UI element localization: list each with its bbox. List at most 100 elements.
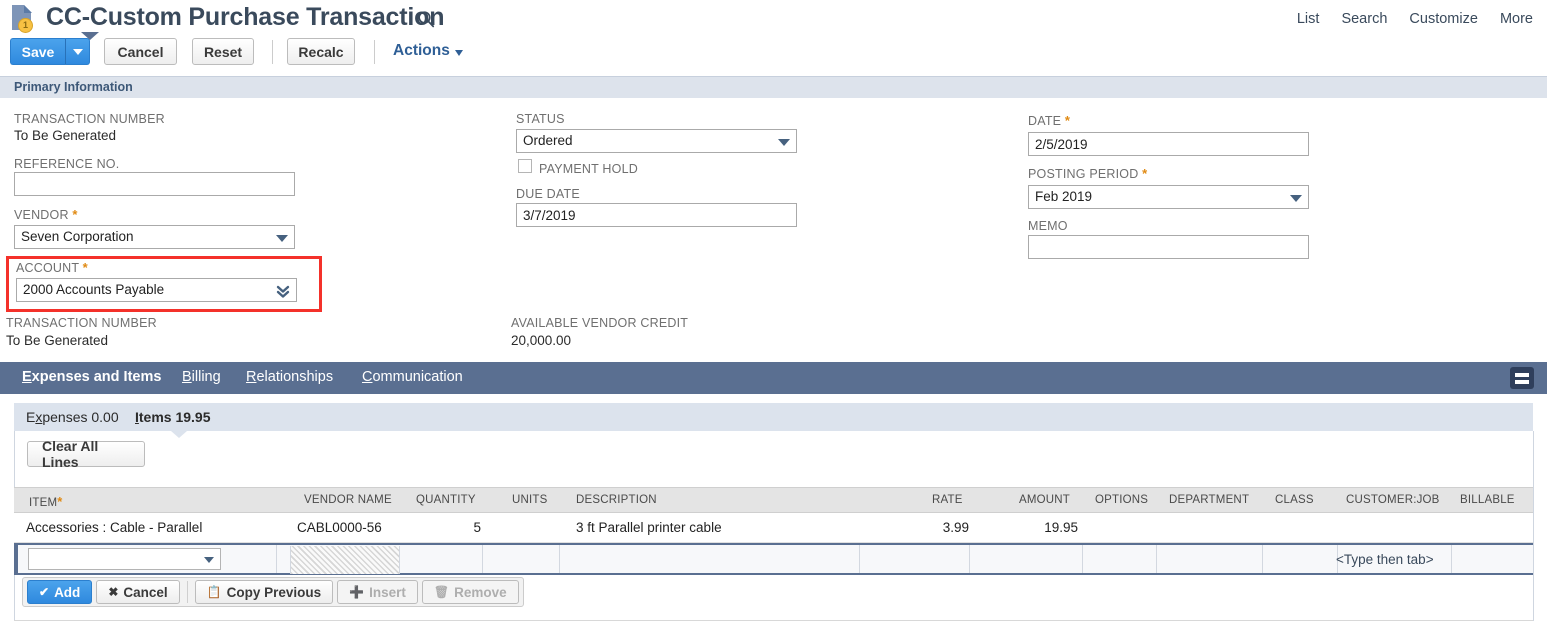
nav-link-customize[interactable]: Customize <box>1409 11 1478 27</box>
column-header-quantity: QUANTITY <box>416 494 476 506</box>
clear-all-lines-button[interactable]: Clear All Lines <box>27 438 145 470</box>
caret-down-icon <box>454 49 463 56</box>
transaction-number-2-label: TRANSACTION NUMBER <box>6 316 157 330</box>
account-select[interactable]: 2000 Accounts Payable <box>16 278 297 302</box>
primary-information-band: Primary Information <box>0 76 1547 98</box>
actions-menu-button[interactable]: Actions <box>393 42 463 60</box>
required-marker: * <box>1142 166 1148 181</box>
panel-right-border <box>1533 431 1534 621</box>
actions-menu-label: Actions <box>393 42 450 59</box>
posting-period-label: POSTING PERIOD * <box>1028 166 1148 181</box>
cell-divider <box>859 545 860 573</box>
date-input[interactable] <box>1028 132 1309 156</box>
vendor-select[interactable]: Seven Corporation <box>14 225 295 249</box>
add-line-button[interactable]: ✔ Add <box>27 580 93 604</box>
cell-quantity: 5 <box>473 520 481 535</box>
tab-communication[interactable]: Communication <box>362 369 463 385</box>
page-header: 1 CC-Custom Purchase Transaction List Se… <box>0 0 1547 76</box>
add-line-label: Add <box>54 584 81 600</box>
account-value: 2000 Accounts Payable <box>23 282 165 297</box>
remove-line-button[interactable]: 🗑 Remove <box>421 580 519 604</box>
required-marker: * <box>1064 113 1071 128</box>
line-items-table-header: ITEM* VENDOR NAME QUANTITY UNITS DESCRIP… <box>14 487 1533 513</box>
netsuite-transaction-page: 1 CC-Custom Purchase Transaction List Se… <box>0 0 1547 628</box>
available-vendor-credit-label: AVAILABLE VENDOR CREDIT <box>511 316 689 330</box>
document-badge: 1 <box>18 18 33 33</box>
grid-layout-icon[interactable] <box>1510 367 1534 389</box>
save-dropdown-button[interactable] <box>66 38 90 65</box>
save-button[interactable]: Save <box>10 38 66 65</box>
column-header-options: OPTIONS <box>1095 494 1149 506</box>
toolbar-divider <box>272 40 273 64</box>
column-header-customer-job: CUSTOMER:JOB <box>1346 494 1440 506</box>
search-icon[interactable] <box>417 10 435 28</box>
vendor-value: Seven Corporation <box>21 229 134 244</box>
column-header-department: DEPARTMENT <box>1169 494 1250 506</box>
cell-item: Accessories : Cable - Parallel <box>26 520 203 535</box>
nav-link-list[interactable]: List <box>1297 11 1320 27</box>
copy-previous-button[interactable]: 📋 Copy Previous <box>194 580 334 604</box>
subtab-expenses[interactable]: Expenses 0.00 <box>26 409 119 425</box>
memo-input[interactable] <box>1028 235 1309 259</box>
nav-link-search[interactable]: Search <box>1341 11 1387 27</box>
edit-item-select[interactable] <box>28 548 221 570</box>
cell-divider <box>1082 545 1083 573</box>
tab-billing[interactable]: Billing <box>182 369 221 385</box>
insert-line-button[interactable]: ➕ Insert <box>337 580 418 604</box>
payment-hold-checkbox[interactable] <box>518 159 532 173</box>
caret-down-icon <box>778 139 790 146</box>
plus-icon: ➕ <box>349 585 365 599</box>
date-label: DATE * <box>1028 113 1071 128</box>
column-header-item: ITEM* <box>29 494 63 509</box>
double-chevron-down-icon <box>275 283 291 299</box>
column-header-vendor-name: VENDOR NAME <box>304 494 392 506</box>
copy-previous-label: Copy Previous <box>226 584 322 600</box>
trash-icon: 🗑 <box>433 585 450 599</box>
required-marker: * <box>82 260 88 275</box>
active-subtab-pointer <box>171 431 187 438</box>
cross-icon: ✖ <box>108 585 119 599</box>
check-icon: ✔ <box>39 585 50 599</box>
recalc-button[interactable]: Recalc <box>287 38 355 65</box>
reference-no-input[interactable] <box>14 172 295 196</box>
cancel-button[interactable]: Cancel <box>104 38 177 65</box>
subtab-items[interactable]: Items 19.95 <box>135 409 211 425</box>
cell-divider <box>276 545 277 573</box>
remove-line-label: Remove <box>454 584 507 600</box>
posting-period-value: Feb 2019 <box>1035 189 1093 204</box>
transaction-number-value: To Be Generated <box>14 128 117 143</box>
edit-row-accent <box>14 545 18 573</box>
active-tab-pointer <box>81 32 99 40</box>
cell-divider <box>1156 545 1157 573</box>
column-header-class: CLASS <box>1275 494 1314 506</box>
cell-amount: 19.95 <box>1044 520 1078 535</box>
cancel-line-button[interactable]: ✖ Cancel <box>96 580 180 604</box>
caret-down-icon <box>276 235 288 242</box>
available-vendor-credit-value: 20,000.00 <box>511 333 572 348</box>
toolbar-divider-2 <box>374 40 375 64</box>
due-date-label: DUE DATE <box>516 187 580 201</box>
nav-link-more[interactable]: More <box>1500 11 1533 27</box>
column-header-units: UNITS <box>512 494 548 506</box>
status-label: STATUS <box>516 112 565 126</box>
cell-vendor-name: CABL0000-56 <box>297 520 382 535</box>
primary-information-label: Primary Information <box>14 80 133 94</box>
line-buttons-divider <box>186 581 188 603</box>
due-date-input[interactable] <box>516 203 797 227</box>
column-header-description: DESCRIPTION <box>576 494 657 506</box>
copy-icon: 📋 <box>206 585 222 599</box>
edit-customer-job-placeholder[interactable]: <Type then tab> <box>1336 552 1434 567</box>
account-label: ACCOUNT * <box>16 260 88 275</box>
reset-button[interactable]: Reset <box>192 38 254 65</box>
posting-period-select[interactable]: Feb 2019 <box>1028 185 1309 209</box>
table-row[interactable]: Accessories : Cable - Parallel CABL0000-… <box>14 513 1533 543</box>
column-header-billable: BILLABLE <box>1460 494 1515 506</box>
tab-expenses-and-items[interactable]: Expenses and Items <box>22 369 161 385</box>
page-title: CC-Custom Purchase Transaction <box>46 3 445 31</box>
status-select[interactable]: Ordered <box>516 129 797 153</box>
bottom-divider <box>14 620 1533 621</box>
line-item-edit-row[interactable]: <Type then tab> <box>14 543 1533 575</box>
tab-relationships[interactable]: Relationships <box>246 369 333 385</box>
cell-description: 3 ft Parallel printer cable <box>576 520 722 535</box>
column-header-rate: RATE <box>932 494 963 506</box>
